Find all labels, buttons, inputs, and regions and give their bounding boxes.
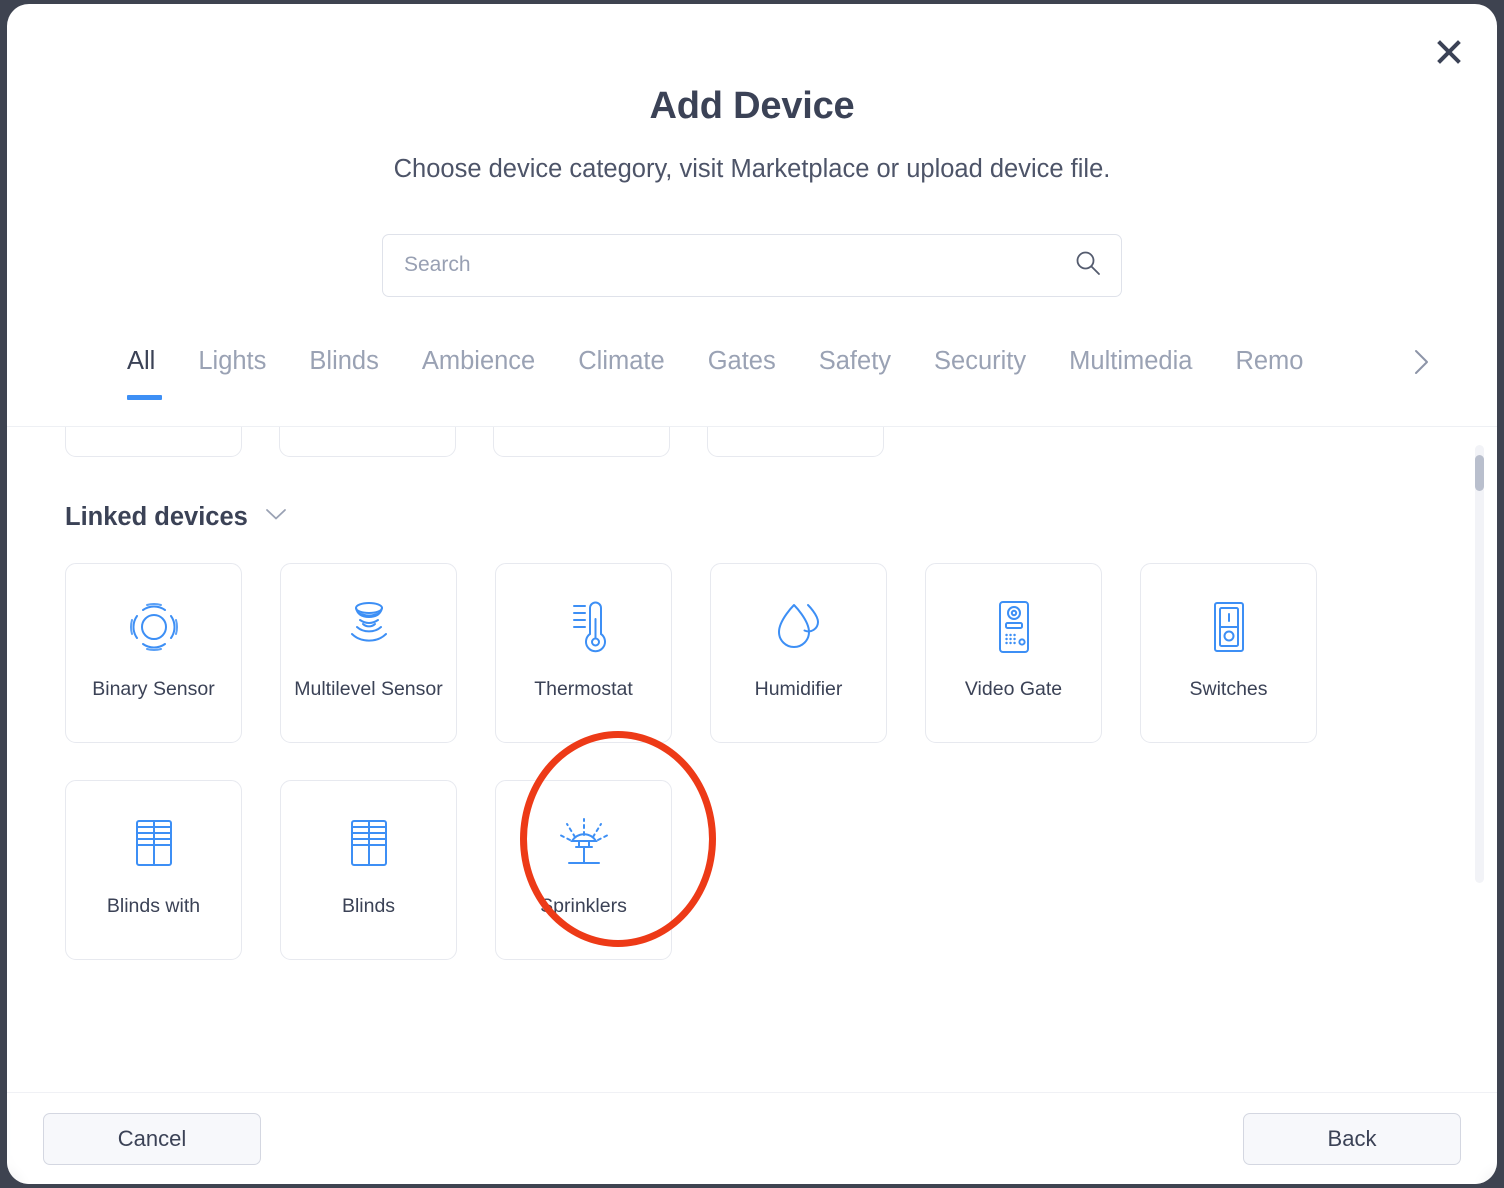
chevron-down-icon[interactable] xyxy=(265,508,287,526)
linked-devices-grid: Binary Sensor Multilevel Sensor Thermost… xyxy=(65,563,1383,960)
blinds-with-icon xyxy=(123,808,185,880)
device-card-label: Thermostat xyxy=(534,678,633,700)
screen-root: Add Device Choose device category, visit… xyxy=(0,0,1504,1188)
cancel-button[interactable]: Cancel xyxy=(43,1112,261,1165)
multilevel-sensor-icon xyxy=(338,591,400,663)
device-card-video-gate[interactable]: Video Gate xyxy=(925,563,1102,743)
thermostat-icon xyxy=(553,591,615,663)
chevron-down-glyph xyxy=(265,509,286,520)
previous-section-cards xyxy=(65,426,1383,457)
page-title: Add Device xyxy=(649,85,855,127)
tab-climate[interactable]: Climate xyxy=(578,349,664,401)
device-card-label: Multilevel Sensor xyxy=(294,678,443,700)
scrollbar-thumb[interactable] xyxy=(1475,454,1484,491)
device-card-multilevel-sensor[interactable]: Multilevel Sensor xyxy=(280,563,457,743)
device-card-blinds-with[interactable]: Blinds with xyxy=(65,780,242,960)
switches-icon xyxy=(1198,591,1260,663)
humidifier-icon xyxy=(768,591,830,663)
tab-gates[interactable]: Gates xyxy=(708,349,776,401)
card-partial[interactable] xyxy=(65,426,242,457)
chevron-right-glyph xyxy=(1415,349,1428,374)
modal-header: Add Device Choose device category, visit… xyxy=(7,4,1497,183)
card-partial[interactable] xyxy=(493,426,670,457)
close-icon[interactable] xyxy=(1427,30,1471,74)
device-card-label: Blinds xyxy=(341,895,396,917)
tab-remote[interactable]: Remo xyxy=(1235,349,1303,401)
tab-ambience[interactable]: Ambience xyxy=(422,349,535,401)
device-card-sprinkler[interactable]: Sprinklers xyxy=(495,780,672,960)
video-gate-icon xyxy=(983,591,1045,663)
modal-footer: Cancel Back xyxy=(7,1092,1497,1184)
section-title: Linked devices xyxy=(65,502,248,531)
tab-lights[interactable]: Lights xyxy=(198,349,266,401)
category-tabs: All Lights Blinds Ambience Climate Gates… xyxy=(7,349,1497,427)
scrollbar-track[interactable] xyxy=(1475,444,1484,883)
tab-safety[interactable]: Safety xyxy=(819,349,891,401)
sprinkler-icon xyxy=(553,808,615,880)
tab-all[interactable]: All xyxy=(127,349,163,401)
device-card-label: Humidifier xyxy=(754,678,843,700)
device-list: Linked devices Binary Sensor Multilevel … xyxy=(7,426,1441,960)
device-card-humidifier[interactable]: Humidifier xyxy=(710,563,887,743)
device-card-switches[interactable]: Switches xyxy=(1140,563,1317,743)
tab-blinds[interactable]: Blinds xyxy=(309,349,378,401)
tabs-list: All Lights Blinds Ambience Climate Gates… xyxy=(127,349,1405,401)
device-card-label: Sprinklers xyxy=(540,895,627,917)
back-button[interactable]: Back xyxy=(1243,1112,1461,1165)
tab-security[interactable]: Security xyxy=(934,349,1026,401)
device-card-label: Binary Sensor xyxy=(92,678,215,700)
card-partial[interactable] xyxy=(279,426,456,457)
binary-sensor-icon xyxy=(123,591,185,663)
blinds-icon xyxy=(338,808,400,880)
search-input[interactable] xyxy=(382,233,1122,297)
device-card-label: Video Gate xyxy=(964,678,1063,700)
card-partial[interactable] xyxy=(707,426,884,457)
page-subtitle: Choose device category, visit Marketplac… xyxy=(393,155,1111,183)
device-card-label: Blinds with xyxy=(106,895,201,917)
tab-multimedia[interactable]: Multimedia xyxy=(1069,349,1192,401)
chevron-right-icon[interactable] xyxy=(1405,349,1439,379)
device-card-binary-sensor[interactable]: Binary Sensor xyxy=(65,563,242,743)
search-bar xyxy=(382,233,1122,297)
device-scroll-area[interactable]: Linked devices Binary Sensor Multilevel … xyxy=(7,426,1497,1059)
close-glyph xyxy=(1437,40,1461,64)
add-device-modal: Add Device Choose device category, visit… xyxy=(7,4,1497,1184)
linked-devices-section-header[interactable]: Linked devices xyxy=(65,502,287,531)
device-card-thermostat[interactable]: Thermostat xyxy=(495,563,672,743)
device-card-label: Switches xyxy=(1189,678,1268,700)
device-card-blinds[interactable]: Blinds xyxy=(280,780,457,960)
